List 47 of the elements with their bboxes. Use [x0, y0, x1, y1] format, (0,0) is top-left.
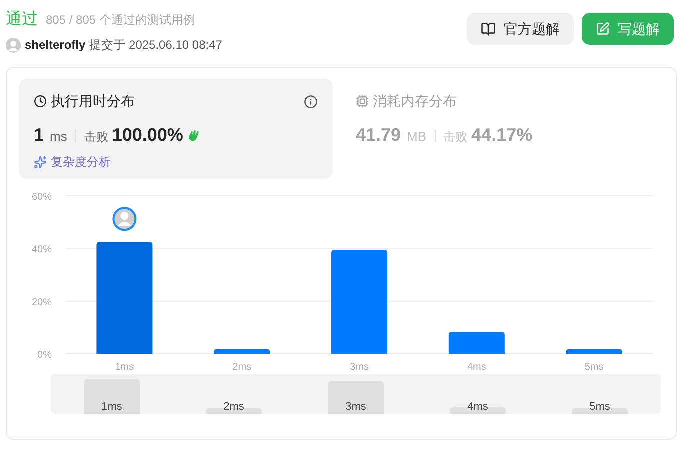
- book-icon: [481, 22, 496, 36]
- metric-unit: MB: [407, 128, 427, 146]
- beats-label: 击败: [84, 129, 108, 146]
- axis-label: 5ms: [584, 362, 604, 373]
- overview-label: 1ms: [102, 400, 122, 414]
- metric-value: 41.79: [356, 124, 402, 147]
- axis-label: 1ms: [115, 362, 134, 373]
- overview-label: 5ms: [590, 400, 610, 414]
- test-cases-text: 805 / 805 个通过的测试用例: [46, 12, 196, 29]
- metric-value: 1: [34, 124, 44, 147]
- submitted-time: 提交于 2025.06.10 08:47: [90, 37, 222, 54]
- edit-icon: [596, 22, 610, 36]
- status-title: 通过: [6, 10, 38, 30]
- mini-bar: [328, 381, 384, 414]
- overview-label: 2ms: [224, 400, 244, 414]
- axis-label: 20%: [32, 297, 52, 308]
- axis-label: 60%: [32, 192, 52, 203]
- info-icon[interactable]: [304, 94, 318, 108]
- axis-label: 2ms: [232, 362, 252, 373]
- complexity-analysis-link[interactable]: 复杂度分析: [34, 153, 111, 171]
- beats-label: 击败: [444, 129, 468, 146]
- metric-unit: ms: [50, 128, 68, 146]
- clapping-hands-icon: [187, 128, 202, 142]
- beats-percent: 100.00%: [112, 124, 184, 147]
- axis-label: 40%: [32, 244, 52, 256]
- panel-title: 消耗内存分布: [373, 92, 457, 111]
- bar[interactable]: [96, 242, 153, 354]
- official-solution-button[interactable]: 官方题解: [467, 13, 574, 45]
- avatar-icon: [6, 38, 21, 52]
- bar[interactable]: [448, 332, 505, 354]
- axis-label: 0%: [38, 350, 52, 361]
- overview-strip[interactable]: 1ms 2ms 3ms 4ms 5ms: [51, 374, 661, 414]
- panel-title: 执行用时分布: [51, 92, 135, 111]
- axis-label: 4ms: [467, 362, 486, 373]
- beats-percent: 44.17%: [472, 124, 533, 147]
- mini-bar: [84, 378, 140, 414]
- bar[interactable]: [566, 349, 622, 354]
- axis-label: 3ms: [350, 362, 369, 373]
- overview-label: 3ms: [346, 400, 366, 414]
- username[interactable]: shelterofly: [25, 36, 86, 54]
- chip-icon: [356, 95, 369, 108]
- sparkle-icon: [34, 156, 47, 168]
- bar[interactable]: [214, 349, 270, 354]
- clock-icon: [34, 95, 47, 108]
- stats-card[interactable]: 执行用时分布 1 ms 击败 100.00% 复杂度分析: [19, 79, 333, 179]
- avatar-icon: [112, 207, 137, 232]
- overview-label: 4ms: [468, 400, 488, 414]
